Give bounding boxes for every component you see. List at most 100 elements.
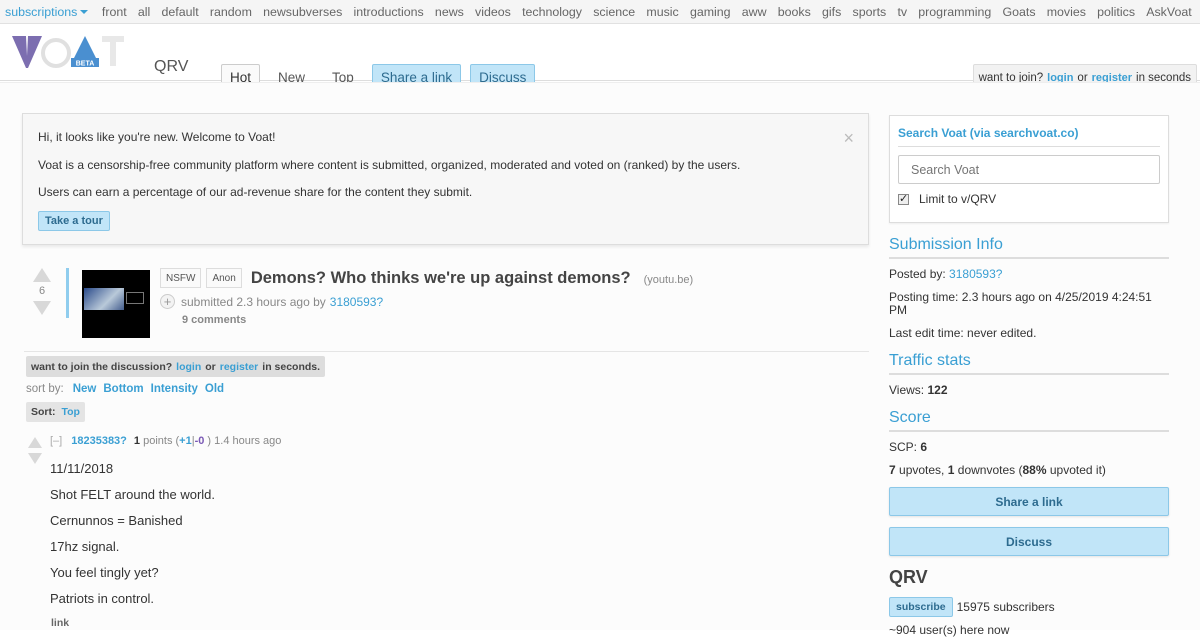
topnav-item-music[interactable]: music: [646, 5, 678, 19]
topnav-item-tv[interactable]: tv: [897, 5, 907, 19]
submission-title[interactable]: Demons? Who thinks we're up against demo…: [251, 269, 631, 288]
comment-vote-box: [28, 437, 42, 464]
discuss-button[interactable]: Discuss: [889, 527, 1169, 556]
topnav-item-random[interactable]: random: [210, 5, 252, 19]
posted-by-user[interactable]: 3180593?: [949, 267, 1002, 281]
limit-label: Limit to v/QRV: [919, 192, 997, 206]
comment-points: 1: [133, 435, 141, 447]
downvotes-word: downvotes (: [957, 463, 1023, 477]
comment-line: Patriots in control.: [50, 591, 155, 606]
scp-value: 6: [920, 440, 928, 454]
upvote-count: 7: [889, 463, 896, 477]
anon-tag: Anon: [206, 268, 242, 288]
submission-author[interactable]: 3180593?: [330, 295, 383, 309]
topnav-item-programming[interactable]: programming: [918, 5, 991, 19]
topnav-item-sports[interactable]: sports: [853, 5, 887, 19]
topnav-item-videos[interactable]: videos: [475, 5, 511, 19]
downvote-icon[interactable]: [33, 301, 51, 315]
sort-old[interactable]: Old: [205, 383, 224, 395]
sort-bottom[interactable]: Bottom: [103, 383, 143, 395]
topnav-item-news[interactable]: news: [435, 5, 464, 19]
downvote-icon[interactable]: [28, 453, 42, 464]
topnav-item-technology[interactable]: technology: [522, 5, 582, 19]
vote-box: 6: [32, 268, 52, 315]
submission-divider: [66, 268, 69, 318]
online-count: ~904 user(s) here now: [889, 623, 1010, 637]
topnav-item-movies[interactable]: movies: [1047, 5, 1086, 19]
sort-intensity[interactable]: Intensity: [151, 383, 198, 395]
comment-line: 11/11/2018: [50, 461, 114, 476]
topnav-item-politics[interactable]: politics: [1097, 5, 1135, 19]
submission-meta: + submitted 2.3 hours ago by 3180593?: [160, 294, 383, 309]
in-seconds-text: in seconds.: [262, 360, 321, 373]
or-text: or: [205, 360, 216, 373]
search-input[interactable]: [898, 155, 1160, 184]
expand-icon[interactable]: +: [160, 294, 175, 309]
topnav-item-science[interactable]: science: [593, 5, 635, 19]
topnav-item-gifs[interactable]: gifs: [822, 5, 841, 19]
topnav-item-newsubverses[interactable]: newsubverses: [263, 5, 342, 19]
limit-option[interactable]: Limit to v/QRV: [898, 192, 1160, 206]
topnav-item-aww[interactable]: aww: [742, 5, 767, 19]
thumbnail[interactable]: [82, 270, 150, 338]
take-tour-button[interactable]: Take a tour: [38, 210, 110, 231]
submitted-text: submitted 2.3 hours ago by: [181, 294, 326, 309]
subscribe-button[interactable]: subscribe: [889, 597, 953, 617]
comment-line: Shot FELT around the world.: [50, 487, 216, 502]
comment-header: [–] 18235383? 1 points ( +1 | -0 ) 1.4 h…: [50, 435, 281, 447]
topnav-item-askvoat[interactable]: AskVoat: [1146, 5, 1191, 19]
main-content: × Hi, it looks like you're new. Welcome …: [0, 82, 1200, 637]
svg-text:BETA: BETA: [76, 61, 95, 68]
collapse-button[interactable]: [–]: [50, 435, 62, 447]
submission-score: 6: [38, 285, 46, 297]
join-discussion-text: want to join the discussion?: [31, 360, 173, 373]
welcome-line: Users can earn a percentage of our ad-re…: [38, 185, 473, 199]
comments-link[interactable]: 9 comments: [182, 314, 246, 326]
current-sort: Sort: Top: [26, 402, 85, 422]
comment-author[interactable]: 18235383?: [71, 435, 127, 447]
comment-permalink[interactable]: link: [51, 617, 69, 629]
subverse-name[interactable]: QRV: [154, 58, 188, 76]
voat-logo[interactable]: BETA: [12, 34, 124, 70]
top-nav: subscriptions front all default random n…: [0, 0, 1200, 24]
close-icon[interactable]: ×: [843, 128, 854, 149]
site-header: BETA QRV Hot New Top Share a link Discus…: [0, 24, 1200, 91]
points-word: points (: [143, 435, 180, 447]
traffic-heading: Traffic stats: [889, 352, 1169, 375]
topnav-item-books[interactable]: books: [778, 5, 811, 19]
upvotes-word: upvotes,: [899, 463, 945, 477]
subscriptions-dropdown[interactable]: subscriptions: [5, 5, 89, 19]
upvote-percent: 88%: [1022, 463, 1047, 477]
comment-downvotes: -0: [194, 435, 205, 447]
views-label: Views:: [889, 383, 925, 397]
topnav-item-all[interactable]: all: [138, 5, 150, 19]
sort-label: Sort:: [31, 406, 56, 418]
register-link[interactable]: register: [220, 361, 259, 373]
topnav-item-front[interactable]: front: [102, 5, 127, 19]
comment-upvotes: +1: [179, 435, 192, 447]
limit-checkbox[interactable]: [898, 192, 909, 205]
topnav-item-goats[interactable]: Goats: [1002, 5, 1035, 19]
sort-by-label: sort by:: [26, 383, 64, 395]
subscriber-count: 15975 subscribers: [956, 600, 1055, 614]
submission-header: NSFW Anon Demons? Who thinks we're up ag…: [160, 268, 693, 288]
subverse-title[interactable]: QRV: [889, 567, 928, 588]
search-box: Search Voat (via searchvoat.co) Limit to…: [889, 115, 1169, 223]
upvote-icon[interactable]: [28, 437, 42, 448]
sort-new[interactable]: New: [73, 383, 97, 395]
search-title[interactable]: Search Voat (via searchvoat.co): [898, 126, 1160, 147]
login-link[interactable]: login: [176, 361, 201, 373]
subscribe-row: subscribe 15975 subscribers: [889, 597, 1055, 617]
join-discussion: want to join the discussion? login or re…: [26, 356, 326, 377]
topnav-item-gaming[interactable]: gaming: [690, 5, 731, 19]
topnav-item-default[interactable]: default: [161, 5, 198, 19]
comment-age: ) 1.4 hours ago: [207, 435, 282, 447]
share-link-button[interactable]: Share a link: [889, 487, 1169, 516]
upvote-icon[interactable]: [33, 268, 51, 282]
topnav-item-introductions[interactable]: introductions: [353, 5, 423, 19]
downvote-count: 1: [947, 463, 955, 477]
sort-top[interactable]: Top: [62, 406, 80, 418]
posting-time: Posting time: 2.3 hours ago on 4/25/2019…: [889, 290, 1152, 317]
submission-domain[interactable]: (youtu.be): [644, 274, 694, 286]
vote-summary: 7 upvotes, 1 downvotes (88% upvoted it): [889, 464, 1169, 477]
